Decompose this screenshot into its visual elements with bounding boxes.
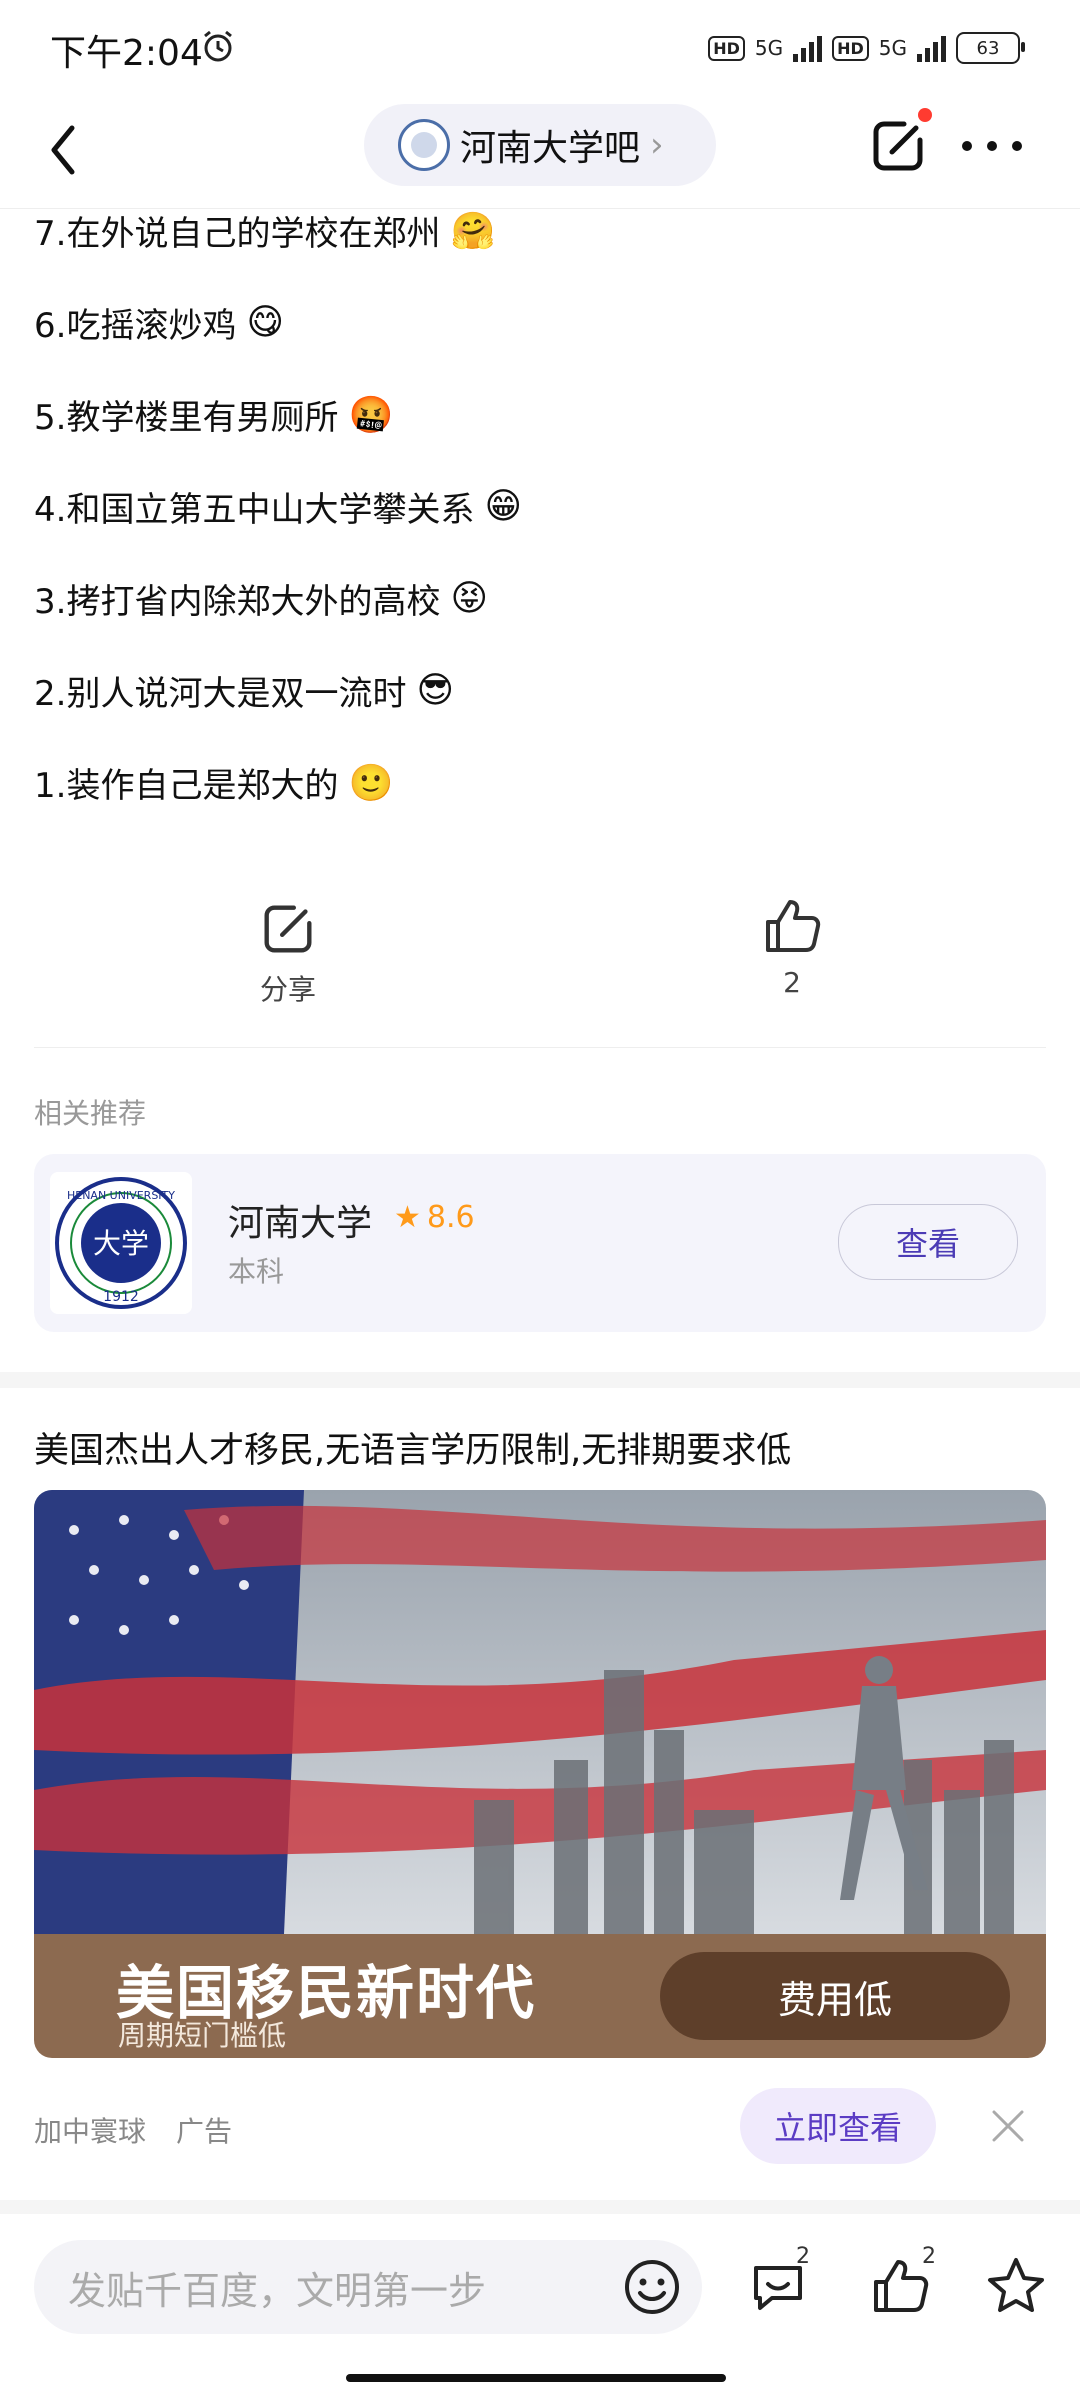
hd-badge-2: HD <box>832 35 869 61</box>
logo-text: HENAN UNIVERSITY <box>67 1189 175 1202</box>
status-indicators: HD 5G HD 5G 63 <box>708 28 1025 68</box>
related-title: 相关推荐 <box>34 1097 147 1130</box>
post-line: 4.和国立第五中山大学攀关系 😁 <box>34 486 522 530</box>
ad-price-button[interactable]: 费用低 <box>660 1952 1010 2040</box>
emoji-icon: 🙂 <box>348 762 394 804</box>
hd-badge: HD <box>708 35 745 61</box>
post-line: 5.教学楼里有男厕所 🤬 <box>34 394 394 439</box>
star-icon <box>988 2258 1044 2312</box>
signal-icon-2 <box>917 34 946 62</box>
rating-value: 8.6 <box>426 1200 475 1235</box>
school-name: 河南大学 <box>228 1203 373 1244</box>
post-line: 6.吃摇滚炒鸡 😋 <box>34 302 284 346</box>
post-line: 3.拷打省内除郑大外的高校 😝 <box>34 578 488 622</box>
share-label: 分享 <box>259 973 316 1006</box>
forum-logo <box>398 119 450 171</box>
compose-icon[interactable] <box>866 114 930 178</box>
chevron-right-icon: › <box>650 125 664 165</box>
share-icon <box>264 905 312 953</box>
divider <box>34 1047 1046 1048</box>
emoji-icon: 😎 <box>416 670 454 711</box>
ad-source: 加中寰球 <box>34 2115 147 2148</box>
alarm-icon <box>204 30 232 62</box>
emoji-icon: 😁 <box>484 486 522 527</box>
network-type: 5G <box>754 36 784 60</box>
emoji-icon: 😝 <box>450 578 488 619</box>
network-type-2: 5G <box>878 36 907 60</box>
signal-icon <box>793 34 823 62</box>
emoji-icon: 🤬 <box>348 394 394 436</box>
ad-title[interactable]: 美国杰出人才移民,无语言学历限制,无排期要求低 <box>34 1422 791 1473</box>
comment-button[interactable]: 2 <box>746 2244 816 2324</box>
emoji-icon[interactable] <box>622 2257 682 2317</box>
thumbs-up-icon <box>766 900 821 952</box>
top-nav: 河南大学吧 › <box>0 96 1080 209</box>
status-time: 下午2:04 <box>50 33 203 74</box>
school-type: 本科 <box>228 1255 285 1288</box>
like-button[interactable]: 2 <box>752 894 832 999</box>
like-count: 2 <box>783 966 801 999</box>
back-icon[interactable] <box>44 120 84 180</box>
status-bar: 下午2:04 HD 5G HD 5G 63 <box>0 0 1080 96</box>
home-indicator[interactable] <box>346 2374 726 2382</box>
svg-text:大学: 大学 <box>93 1227 149 1260</box>
forum-name: 河南大学吧 <box>460 128 641 169</box>
post-line: 2.别人说河大是双一流时 😎 <box>34 670 454 714</box>
ad-image[interactable]: 美国移民新时代 周期短门槛低 费用低 <box>34 1490 1046 2058</box>
logo-year: 1912 <box>103 1289 139 1305</box>
view-button[interactable]: 查看 <box>838 1204 1018 1280</box>
bottom-like-button[interactable]: 2 <box>868 2244 938 2324</box>
like-count-badge: 2 <box>922 2244 936 2269</box>
section-divider <box>0 1372 1080 1388</box>
rating: ★ 8.6 <box>394 1200 475 1235</box>
ad-subline: 周期短门槛低 <box>118 2019 287 2052</box>
school-card[interactable]: 大学 1912 HENAN UNIVERSITY 河南大学 ★ 8.6 本科 查… <box>34 1154 1046 1332</box>
more-icon[interactable] <box>962 136 1022 156</box>
emoji-icon: 🤗 <box>450 210 496 252</box>
comment-count: 2 <box>796 2244 810 2269</box>
comment-input[interactable]: 发贴千百度，文明第一步 <box>34 2240 702 2334</box>
ad-photo <box>34 1490 1046 1934</box>
ad-label: 广告 <box>176 2115 233 2148</box>
ad-banner: 美国移民新时代 周期短门槛低 费用低 <box>34 1934 1046 2058</box>
notification-dot <box>918 108 932 122</box>
battery-icon: 63 <box>956 32 1025 64</box>
star-icon: ★ <box>394 1200 421 1235</box>
post-line: 1.装作自己是郑大的 🙂 <box>34 762 394 807</box>
close-icon[interactable] <box>988 2106 1028 2146</box>
ad-cta-button[interactable]: 立即查看 <box>740 2088 936 2164</box>
school-logo: 大学 1912 HENAN UNIVERSITY <box>50 1172 192 1314</box>
share-button[interactable]: 分享 <box>244 898 332 1008</box>
comment-placeholder: 发贴千百度，文明第一步 <box>68 2268 487 2313</box>
emoji-icon: 😋 <box>246 302 284 343</box>
post-line: 7.在外说自己的学校在郑州 🤗 <box>34 210 496 255</box>
favorite-button[interactable] <box>984 2254 1054 2324</box>
section-divider <box>0 2200 1080 2214</box>
forum-title-button[interactable]: 河南大学吧 › <box>364 104 716 186</box>
